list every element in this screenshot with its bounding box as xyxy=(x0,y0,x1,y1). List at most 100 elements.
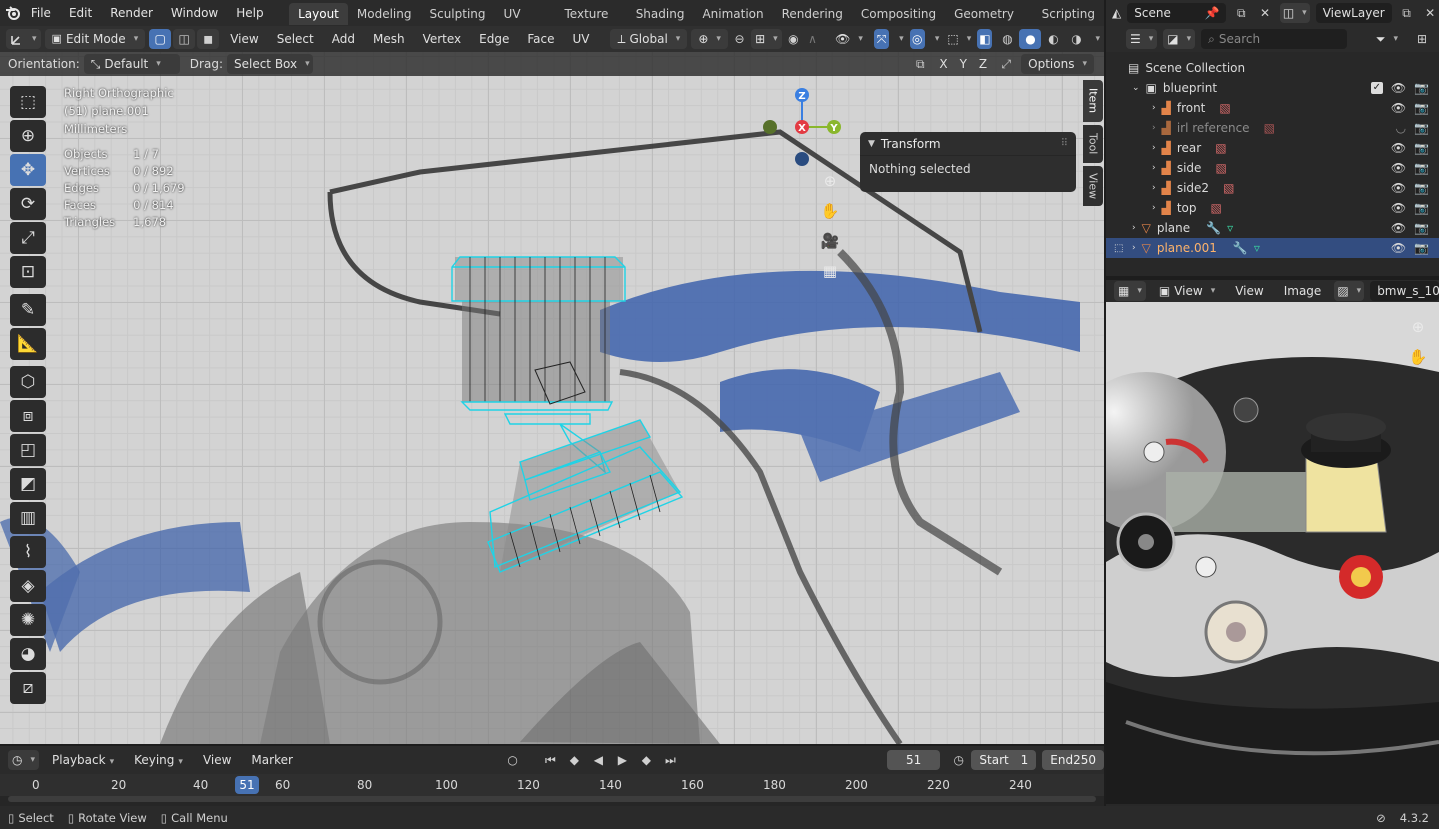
menu-file[interactable]: File xyxy=(22,0,60,26)
play-icon[interactable]: ▶ xyxy=(611,750,633,770)
tab-rendering[interactable]: Rendering xyxy=(773,3,852,25)
scene-collection-row[interactable]: ▤ Scene Collection xyxy=(1106,58,1439,78)
image-view-menu[interactable]: View xyxy=(1228,281,1270,301)
next-keyframe-icon[interactable]: ◆ xyxy=(635,750,657,770)
tab-sculpting[interactable]: Sculpting xyxy=(420,3,494,25)
keying-menu[interactable]: Keying xyxy=(127,750,190,770)
collection-row[interactable]: ⌄ ▣ blueprint ✓ 👁 📷 xyxy=(1106,78,1439,98)
material-shading-icon[interactable]: ◐ xyxy=(1042,29,1064,49)
play-reverse-icon[interactable]: ◀ xyxy=(587,750,609,770)
timeline-view-menu[interactable]: View xyxy=(196,750,238,770)
menu-edge[interactable]: Edge xyxy=(472,29,516,49)
chevron-down-icon[interactable]: ⌄ xyxy=(1132,83,1140,93)
remove-view-layer-icon[interactable]: ✕ xyxy=(1421,3,1439,23)
outliner-item-plane-001[interactable]: ⬚ › ▽ plane.001 🔧 ▿ 👁 📷 xyxy=(1106,238,1439,258)
tab-scripting[interactable]: Scripting xyxy=(1033,3,1104,25)
camera-icon[interactable]: 📷 xyxy=(1414,241,1429,255)
outliner-item-top[interactable]: › ▟ top ▧ 👁 📷 xyxy=(1106,198,1439,218)
playhead[interactable]: 51 xyxy=(235,776,259,794)
camera-icon[interactable]: 📷 xyxy=(1414,201,1429,215)
auto-merge-icon[interactable]: ⤢ xyxy=(995,54,1017,74)
inset-tool-icon[interactable]: ◰ xyxy=(10,434,46,466)
eye-icon[interactable]: 👁 xyxy=(1391,201,1406,215)
pivot-dropdown[interactable]: ⊕ xyxy=(691,29,728,49)
eye-icon[interactable]: 👁 xyxy=(1391,81,1406,95)
transform-panel-title[interactable]: Transform xyxy=(881,137,941,151)
tab-shading[interactable]: Shading xyxy=(627,3,694,25)
chevron-right-icon[interactable]: › xyxy=(1132,223,1136,233)
chevron-right-icon[interactable]: › xyxy=(1152,183,1156,193)
falloff-icon[interactable]: ∧ xyxy=(805,29,820,49)
camera-icon[interactable]: 📷 xyxy=(1414,81,1429,95)
tab-tool[interactable]: Tool xyxy=(1083,125,1103,163)
gizmo-neg-y-axis[interactable] xyxy=(763,120,777,134)
drag-handle-icon[interactable]: ⠿ xyxy=(1061,138,1068,149)
tab-item[interactable]: Item xyxy=(1083,80,1103,122)
transform-orientation-dropdown[interactable]: ⟂ Global xyxy=(610,29,688,49)
new-scene-icon[interactable]: ⧉ xyxy=(1232,3,1250,23)
xray-toggle-icon[interactable]: ◧ xyxy=(977,29,993,49)
preview-range-icon[interactable]: ◷ xyxy=(952,750,965,770)
timeline-scrollbar[interactable] xyxy=(8,796,1096,802)
mirror-icon[interactable]: ⧉ xyxy=(909,54,931,74)
timeline-ruler[interactable]: 0 20 40 60 80 100 120 140 160 180 200 22… xyxy=(0,774,1104,796)
pin-icon[interactable]: 📌 xyxy=(1205,3,1220,23)
display-mode-dropdown[interactable]: ◪ xyxy=(1163,29,1196,49)
extrude-tool-icon[interactable]: ⧈ xyxy=(10,400,46,432)
outliner-item-rear[interactable]: › ▟ rear ▧ 👁 📷 xyxy=(1106,138,1439,158)
blender-logo-icon[interactable] xyxy=(4,3,22,23)
menu-help[interactable]: Help xyxy=(227,0,272,26)
drag-dropdown[interactable]: Select Box xyxy=(226,54,313,74)
overlay-toggle-icon[interactable]: ◎ xyxy=(909,29,925,49)
camera-icon[interactable]: 📷 xyxy=(1414,161,1429,175)
edit-mode-indicator-icon[interactable]: ⬚ xyxy=(1114,243,1123,254)
camera-icon[interactable]: 🎥 xyxy=(817,228,843,254)
grid-toggle-icon[interactable]: ▦ xyxy=(817,258,843,284)
jump-end-icon[interactable]: ⏭ xyxy=(659,750,681,770)
camera-icon[interactable]: 📷 xyxy=(1414,221,1429,235)
eye-icon[interactable]: 👁 xyxy=(1391,141,1406,155)
image-browse[interactable]: ▨ xyxy=(1334,281,1365,301)
edge-select-icon[interactable]: ◫ xyxy=(173,29,196,49)
menu-add[interactable]: Add xyxy=(325,29,362,49)
image-zoom-icon[interactable]: ⊕ xyxy=(1405,314,1431,340)
bevel-tool-icon[interactable]: ◩ xyxy=(10,468,46,500)
chevron-right-icon[interactable]: › xyxy=(1152,143,1156,153)
remove-scene-icon[interactable]: ✕ xyxy=(1256,3,1274,23)
menu-mesh[interactable]: Mesh xyxy=(366,29,412,49)
visibility-dropdown[interactable]: 👁 xyxy=(828,29,870,49)
eye-icon[interactable]: 👁 xyxy=(1391,241,1406,255)
overlay-dropdown[interactable] xyxy=(929,29,942,49)
end-frame-field[interactable]: End 250 xyxy=(1042,750,1104,770)
tab-uv-editing[interactable]: UV Editing xyxy=(495,3,556,43)
snap-toggle-icon[interactable]: ⊖ xyxy=(732,29,747,49)
tab-geometry-nodes[interactable]: Geometry Nodes xyxy=(945,3,1033,43)
outliner-item-plane[interactable]: › ▽ plane 🔧 ▿ 👁 📷 xyxy=(1106,218,1439,238)
outliner-editor-type[interactable]: ☰ xyxy=(1126,29,1158,49)
autokey-icon[interactable]: ○ xyxy=(506,750,519,770)
pan-hand-icon[interactable]: ✋ xyxy=(817,198,843,224)
eye-icon[interactable]: 👁 xyxy=(1391,101,1406,115)
menu-face[interactable]: Face xyxy=(520,29,561,49)
menu-uv[interactable]: UV xyxy=(565,29,596,49)
camera-icon[interactable]: 📷 xyxy=(1414,101,1429,115)
menu-render[interactable]: Render xyxy=(101,0,162,26)
chevron-right-icon[interactable]: › xyxy=(1152,123,1156,133)
image-view-mode[interactable]: ▣ View xyxy=(1152,281,1222,301)
chevron-right-icon[interactable]: › xyxy=(1152,103,1156,113)
chevron-right-icon[interactable]: › xyxy=(1132,243,1136,253)
outliner-search[interactable]: ⌕ Search xyxy=(1201,29,1348,49)
gizmo-neg-z-axis[interactable] xyxy=(795,152,809,166)
snap-target-dropdown[interactable]: ⊞ xyxy=(751,29,782,49)
exclude-checkbox-icon[interactable]: ✓ xyxy=(1370,82,1383,94)
outliner-item-side2[interactable]: › ▟ side2 ▧ 👁 📷 xyxy=(1106,178,1439,198)
camera-icon[interactable]: 📷 xyxy=(1414,141,1429,155)
view-layer-icon-dropdown[interactable]: ◫ xyxy=(1279,3,1310,23)
chevron-right-icon[interactable]: › xyxy=(1152,203,1156,213)
image-menu[interactable]: Image xyxy=(1277,281,1329,301)
eye-icon[interactable]: 👁 xyxy=(1391,161,1406,175)
move-tool-icon[interactable]: ✥ xyxy=(10,154,46,186)
shear-tool-icon[interactable]: ⧄ xyxy=(10,672,46,704)
spin-tool-icon[interactable]: ✺ xyxy=(10,604,46,636)
current-frame-field[interactable]: 51 xyxy=(887,750,940,770)
